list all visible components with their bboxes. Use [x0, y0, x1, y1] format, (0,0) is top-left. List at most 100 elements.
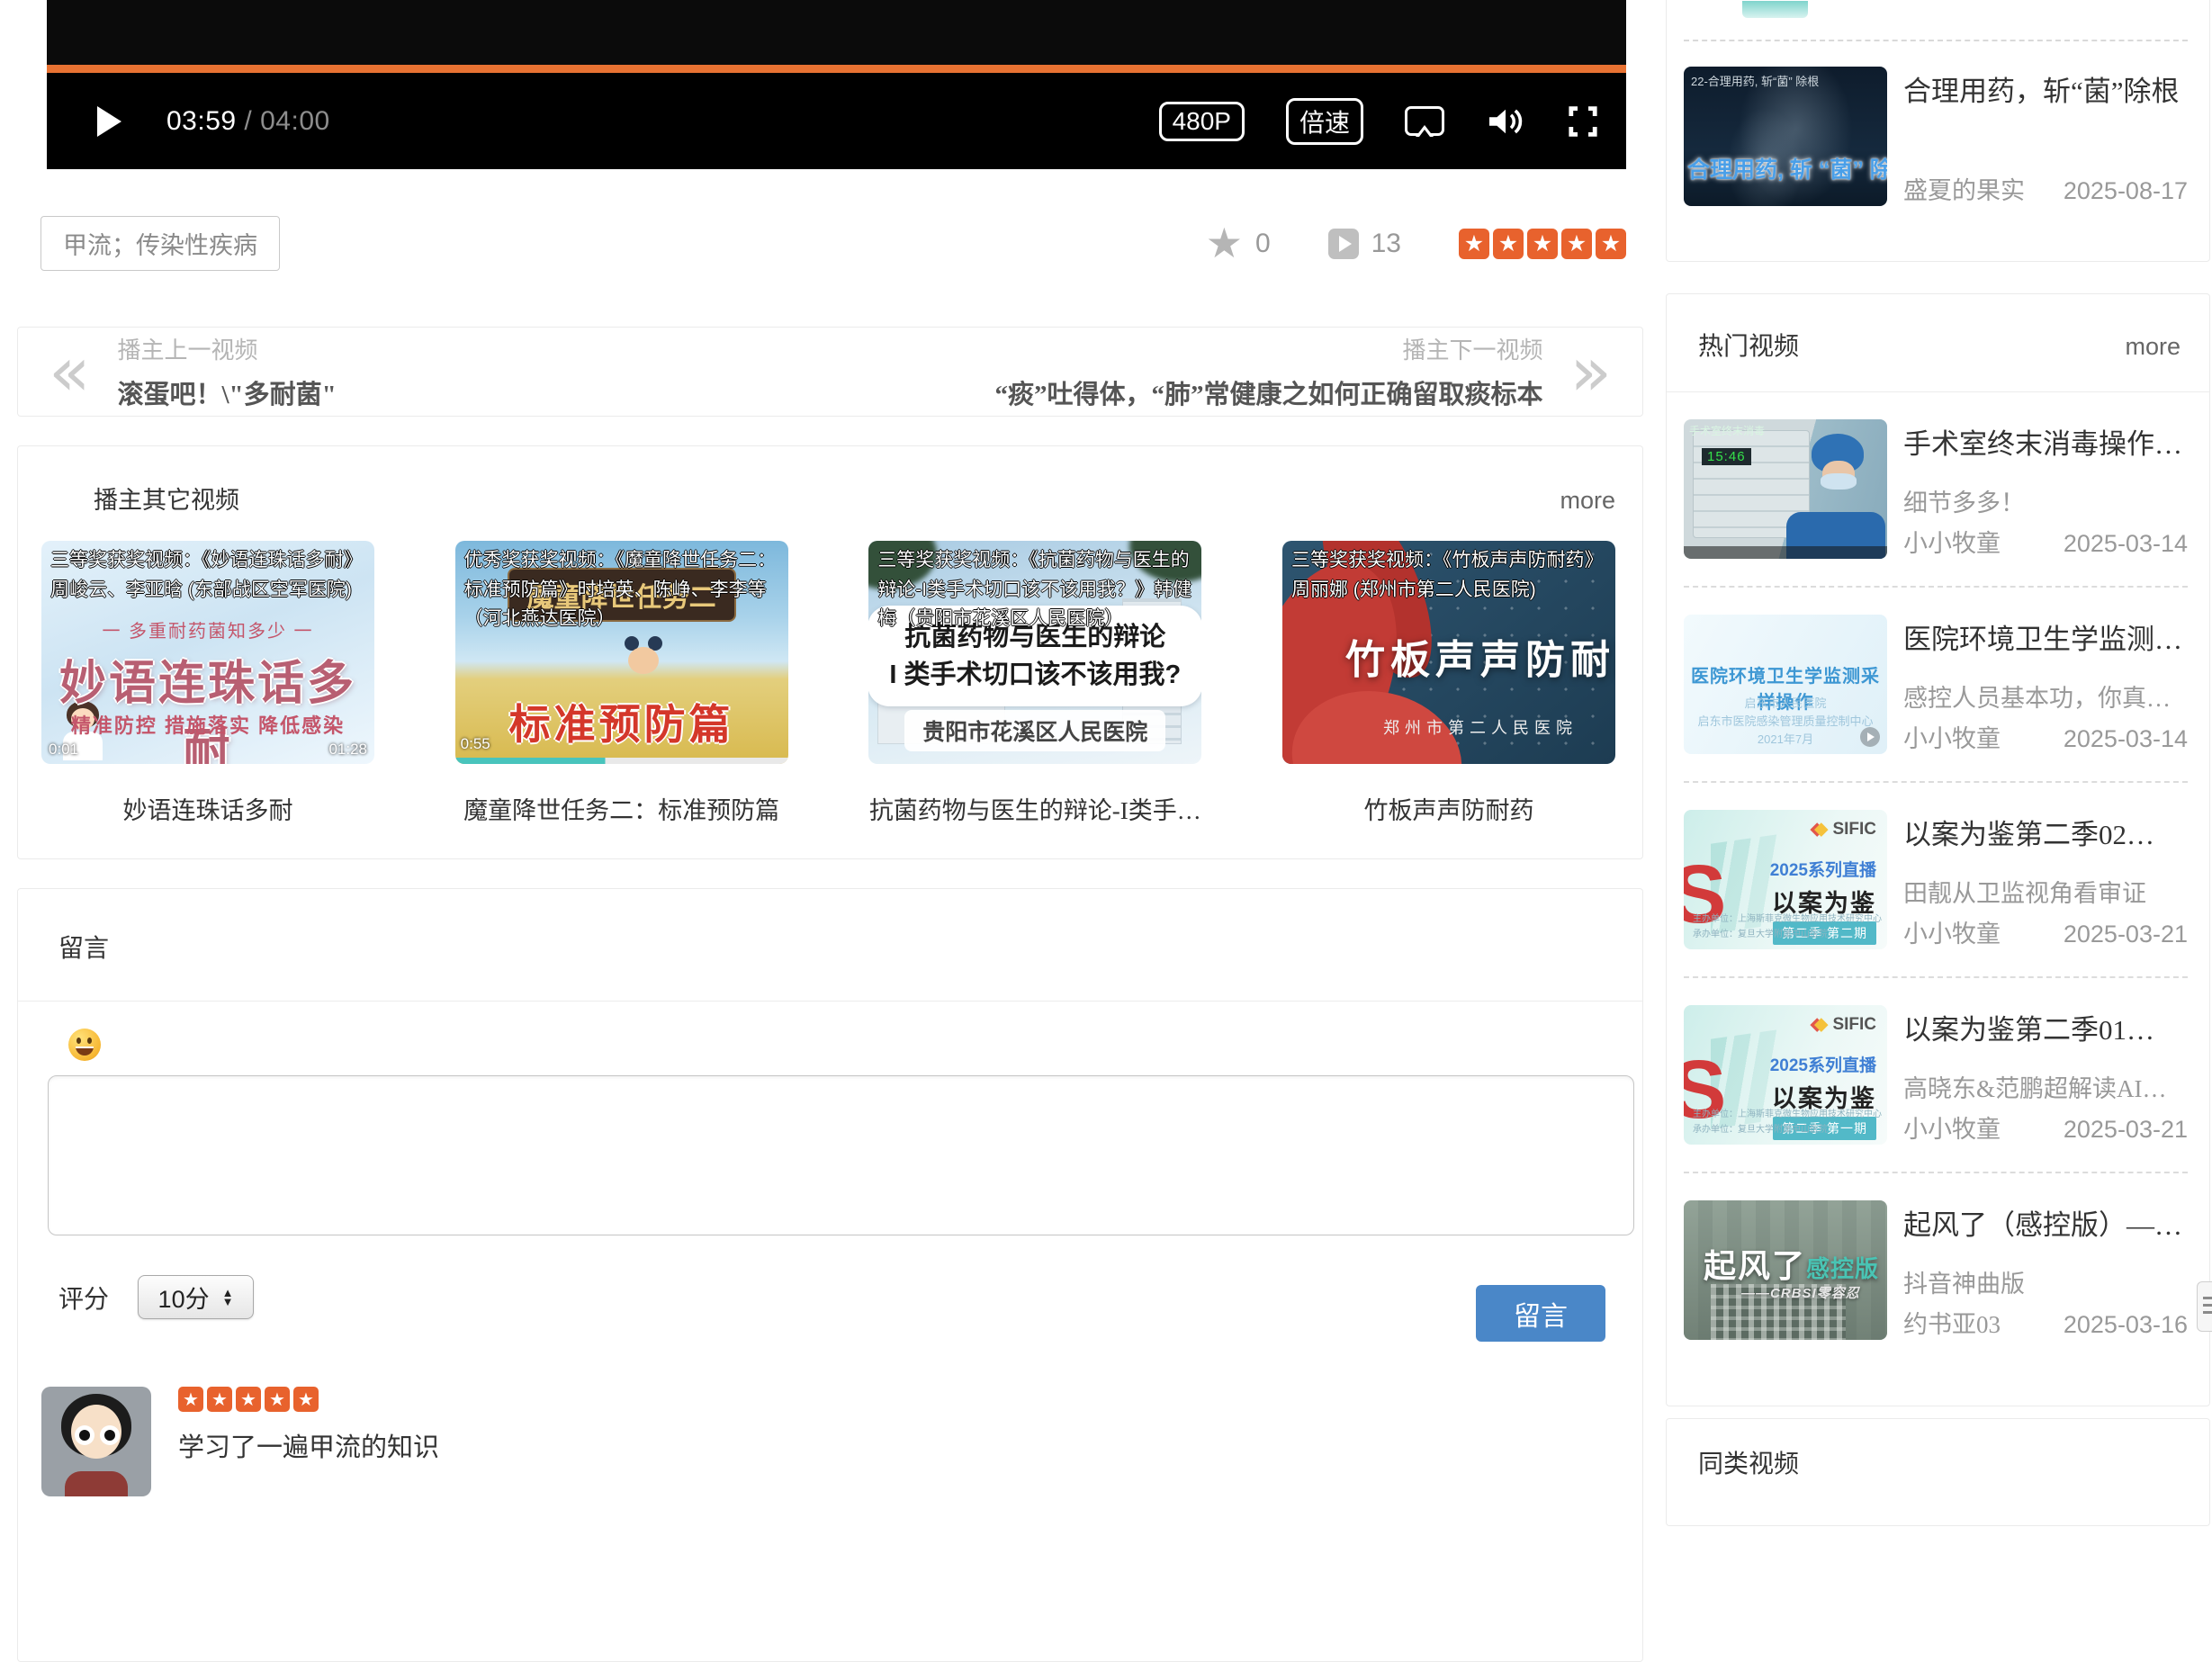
video-title[interactable]: 妙语连珠话多耐	[41, 791, 374, 826]
uploader-other-videos-section: 播主其它视频 more 三等奖获奖视频：《妙语连珠话多耐》周峻云、李亚晗 (东部…	[17, 445, 1643, 859]
video-frame[interactable]	[47, 0, 1626, 65]
hot-video-item[interactable]: 手术室终末消毒 15:46 手术室终末消毒操作… 细节多多！ 小小牧童 2025…	[1684, 392, 2188, 588]
star-icon[interactable]	[1561, 229, 1592, 259]
star-icon	[293, 1387, 319, 1412]
thumb-heading: 竹板声声防耐药	[1345, 627, 1608, 685]
fullscreen-icon[interactable]	[1567, 105, 1599, 138]
more-link[interactable]: more	[1560, 487, 1615, 515]
video-meta-row: 甲流；传染性疾病 0 13	[40, 216, 1626, 271]
video-title: 以案为鉴第二季02…	[1903, 812, 2188, 852]
dashed-divider	[1684, 40, 2188, 41]
emoji-picker-icon[interactable]	[68, 1029, 101, 1061]
thumb-caption: 三等奖获奖视频：《妙语连珠话多耐》周峻云、李亚晗 (东部战区空军医院)	[50, 546, 365, 605]
thumb-corner-text: 22-合理用药, 斩“菌” 除根	[1691, 72, 1819, 89]
thumb-progress-bar	[455, 758, 788, 764]
video-title[interactable]: 魔童降世任务二：标准预防篇	[455, 791, 788, 826]
thumb-corner-text: 手术室终末消毒	[1689, 423, 1765, 438]
prev-video-link[interactable]: « 播主上一视频 滚蛋吧！\"多耐菌"	[49, 332, 337, 411]
sidebar-video-item[interactable]: 22-合理用药, 斩“菌” 除根 合理用药, 斩 “菌” 除根 合理用药，斩“菌…	[1684, 67, 2188, 206]
thumb-caption: 三等奖获奖视频：《竹板声声防耐药》周丽娜 (郑州市第二人民医院)	[1291, 546, 1606, 605]
play-count-icon	[1328, 229, 1359, 259]
comment-textarea[interactable]	[48, 1075, 1634, 1235]
related-videos-section: 同类视频	[1666, 1418, 2210, 1526]
video-player: 03:59 / 04:00 480P 倍速	[47, 0, 1626, 169]
thumb-heading: 标准预防篇	[455, 692, 788, 751]
favorite-count: 0	[1255, 229, 1271, 259]
other-video-card[interactable]: 三等奖获奖视频：《抗菌药物与医生的辩论-I类手术切口该不该用我？》韩健梅（贵阳市…	[868, 541, 1201, 826]
play-count: 13	[1371, 229, 1401, 259]
thumb-caption: 优秀奖获奖视频：《魔童降世任务二：标准预防篇》时培英、陈峥、李李等（河北燕达医院…	[464, 546, 779, 634]
video-title[interactable]: 抗菌药物与医生的辩论-I类手…	[868, 791, 1201, 826]
video-author: 小小牧童	[1903, 914, 2001, 949]
video-title: 起风了（感控版）—…	[1903, 1202, 2188, 1243]
video-desc: 田靓从卫监视角看审证	[1903, 874, 2188, 909]
thumb-subtitle: 一 多重耐药菌知多少 一	[41, 616, 374, 642]
select-arrows-icon: ▲▼	[222, 1289, 234, 1307]
thumb-subtitle: 精准防控 措施落实 降低感染	[41, 710, 374, 739]
video-thumbnail: S ◆◆ SIFIC 2025系列直播 以案为鉴 第二季 第一期 主办单位：上海…	[1684, 1005, 1887, 1145]
video-thumbnail: 三等奖获奖视频：《抗菌药物与医生的辩论-I类手术切口该不该用我？》韩健梅（贵阳市…	[868, 541, 1201, 764]
rating-select[interactable]: 10分 ▲▼	[138, 1275, 254, 1319]
time-display: 03:59 / 04:00	[166, 106, 330, 137]
video-title: 医院环境卫生学监测…	[1903, 616, 2188, 657]
rating-label: 评分	[58, 1280, 109, 1316]
star-icon[interactable]	[1459, 229, 1489, 259]
video-date: 2025-08-17	[2064, 177, 2188, 205]
comments-section: 留言 评分 10分 ▲▼ 留言 学习了一遍甲流的知识	[17, 888, 1643, 1662]
star-icon	[265, 1387, 290, 1412]
video-date: 2025-03-21	[2064, 1116, 2188, 1144]
divider	[18, 1001, 1642, 1002]
next-video-link[interactable]: 播主下一视频 “痰”吐得体，“肺”常健康之如何正确留取痰标本 »	[994, 332, 1612, 411]
video-author: 盛夏的果实	[1903, 171, 2025, 206]
seek-bar-fill	[47, 65, 1626, 73]
video-desc: 高晓东&范鹏超解读AI应用	[1903, 1069, 2188, 1104]
hot-video-item[interactable]: S ◆◆ SIFIC 2025系列直播 以案为鉴 第二季 第二期 主办单位：上海…	[1684, 783, 2188, 978]
star-icon[interactable]	[1493, 229, 1524, 259]
video-thumbnail: 手术室终末消毒 15:46	[1684, 419, 1887, 559]
star-icon[interactable]	[1596, 229, 1626, 259]
other-video-card[interactable]: 魔童降世任务二 优秀奖获奖视频：《魔童降世任务二：标准预防篇》时培英、陈峥、李李…	[455, 541, 788, 826]
chevron-right-icon: »	[1570, 343, 1613, 400]
star-icon[interactable]	[1527, 229, 1558, 259]
volume-icon[interactable]	[1486, 105, 1525, 138]
video-author: 小小牧童	[1903, 1109, 2001, 1145]
seek-bar[interactable]	[47, 65, 1626, 73]
favorite-star-icon[interactable]	[1206, 223, 1243, 265]
digital-clock: 15:46	[1702, 448, 1751, 465]
chevron-left-icon: «	[49, 343, 91, 400]
next-video-label: 播主下一视频	[994, 332, 1542, 365]
other-video-card[interactable]: 三等奖获奖视频：《竹板声声防耐药》周丽娜 (郑州市第二人民医院) 竹板声声防耐药…	[1282, 541, 1615, 826]
prev-next-nav: « 播主上一视频 滚蛋吧！\"多耐菌" 播主下一视频 “痰”吐得体，“肺”常健康…	[17, 327, 1643, 417]
video-desc: 感控人员基本功，你真的会采	[1903, 678, 2188, 714]
video-thumbnail: 22-合理用药, 斩“菌” 除根 合理用药, 斩 “菌” 除根	[1684, 67, 1887, 206]
submit-comment-button[interactable]: 留言	[1476, 1285, 1605, 1342]
section-title: 同类视频	[1698, 1444, 1799, 1480]
hot-video-item[interactable]: S ◆◆ SIFIC 2025系列直播 以案为鉴 第二季 第一期 主办单位：上海…	[1684, 978, 2188, 1173]
current-time: 03:59	[166, 106, 237, 136]
video-title: 手术室终末消毒操作…	[1903, 421, 2188, 462]
star-icon	[236, 1387, 261, 1412]
comment-rating	[178, 1387, 439, 1412]
video-title: 合理用药，斩“菌”除根	[1903, 68, 2188, 109]
video-author: 小小牧童	[1903, 719, 2001, 754]
thumb-heading: 合理用药, 斩 “菌” 除根	[1687, 152, 1884, 184]
hot-video-item[interactable]: 起风了感控版 ——CRBSI零容忍 起风了（感控版）—… 抖音神曲版 约书亚03…	[1684, 1173, 2188, 1367]
video-thumbnail: 魔童降世任务二 优秀奖获奖视频：《魔童降世任务二：标准预防篇》时培英、陈峥、李李…	[455, 541, 788, 764]
speed-button[interactable]: 倍速	[1286, 98, 1363, 145]
video-desc: 抖音神曲版	[1903, 1264, 2188, 1299]
scroll-widget[interactable]	[2197, 1281, 2212, 1332]
more-link[interactable]: more	[2125, 333, 2181, 361]
video-thumbnail: S ◆◆ SIFIC 2025系列直播 以案为鉴 第二季 第二期 主办单位：上海…	[1684, 810, 1887, 949]
video-title[interactable]: 竹板声声防耐药	[1282, 791, 1615, 826]
hot-video-item[interactable]: 医院环境卫生学监测采样操作 启东市人民医院 启东市医院感染管理质量控制中心 20…	[1684, 588, 2188, 783]
play-icon[interactable]	[97, 106, 121, 137]
next-video-title: “痰”吐得体，“肺”常健康之如何正确留取痰标本	[994, 373, 1542, 411]
quality-button[interactable]: 480P	[1159, 102, 1245, 141]
other-video-card[interactable]: 三等奖获奖视频：《妙语连珠话多耐》周峻云、李亚晗 (东部战区空军医院) 一 多重…	[41, 541, 374, 826]
prev-video-label: 播主上一视频	[118, 332, 337, 365]
cast-icon[interactable]	[1405, 106, 1444, 136]
video-tag[interactable]: 甲流；传染性疾病	[40, 216, 280, 271]
avatar	[41, 1387, 151, 1496]
thumb-caption: 三等奖获奖视频：《抗菌药物与医生的辩论-I类手术切口该不该用我？》韩健梅（贵阳市…	[877, 546, 1192, 634]
video-date: 2025-03-14	[2064, 725, 2188, 753]
